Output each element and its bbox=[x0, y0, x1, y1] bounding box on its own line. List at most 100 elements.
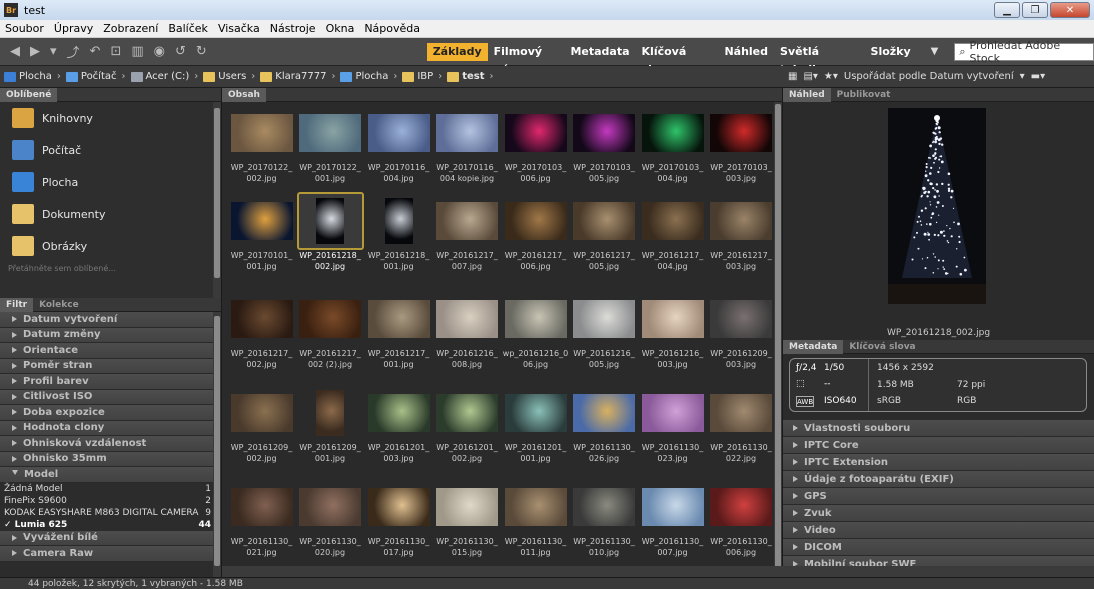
thumbnail-cell[interactable]: WP_20161218_ 001.jpg bbox=[365, 192, 432, 282]
filter-category[interactable]: Citlivost ISO bbox=[0, 389, 221, 405]
thumbnail-image[interactable] bbox=[230, 300, 293, 338]
tab-workspace-2[interactable]: Metadata bbox=[564, 43, 635, 61]
thumbnail-cell[interactable]: WP_20161130_ 011.jpg bbox=[502, 478, 569, 566]
breadcrumb-item[interactable]: Users bbox=[203, 71, 246, 82]
thumbnail-cell[interactable]: WP_20161201_ 003.jpg bbox=[365, 384, 432, 474]
thumbnail-image[interactable] bbox=[504, 202, 567, 240]
thumbnail-image[interactable] bbox=[641, 114, 704, 152]
thumbnail-image[interactable] bbox=[436, 300, 498, 338]
thumbnail-cell[interactable]: WP_20161216_ 008.jpg bbox=[434, 290, 501, 380]
thumbnail-cell[interactable]: WP_20161130_ 017.jpg bbox=[365, 478, 432, 566]
filter-category[interactable]: Profil barev bbox=[0, 374, 221, 390]
thumbnail-cell[interactable]: WP_20161130_ 006.jpg bbox=[708, 478, 775, 566]
reveal-recent-icon[interactable]: ↶ bbox=[90, 44, 101, 59]
star-filter-icon[interactable]: ★▾ bbox=[824, 71, 838, 82]
thumbnail-cell[interactable]: wp_20161216_0 06.jpg bbox=[502, 290, 569, 380]
thumbnail-image[interactable] bbox=[710, 488, 772, 526]
thumbnail-image[interactable] bbox=[367, 114, 430, 152]
breadcrumb-item[interactable]: Plocha bbox=[4, 71, 52, 82]
thumbnail-image[interactable] bbox=[710, 202, 772, 240]
filter-category[interactable]: Orientace bbox=[0, 343, 221, 359]
menu-item-3[interactable]: Balíček bbox=[163, 22, 213, 35]
filter-category[interactable]: Hodnota clony bbox=[0, 420, 221, 436]
thumbnail-image[interactable] bbox=[641, 300, 704, 338]
minimize-button[interactable]: ▁ bbox=[994, 2, 1020, 18]
menu-item-2[interactable]: Zobrazení bbox=[98, 22, 163, 35]
thumbnail-cell[interactable]: WP_20161130_ 023.jpg bbox=[639, 384, 706, 474]
filter-category[interactable]: Ohnisková vzdálenost bbox=[0, 436, 221, 452]
filter-category-model[interactable]: Model bbox=[0, 467, 221, 483]
open-in-camera-raw-icon[interactable]: ◉ bbox=[154, 44, 165, 59]
thumbnail-quality-icon[interactable]: ▦ bbox=[788, 71, 797, 82]
thumbnail-cell[interactable]: WP_20170122_ 001.jpg bbox=[297, 104, 364, 194]
thumbnail-cell[interactable]: WP_20161130_ 007.jpg bbox=[639, 478, 706, 566]
favorite-item[interactable]: Knihovny bbox=[0, 102, 221, 134]
thumbnail-image[interactable] bbox=[367, 300, 430, 338]
thumbnail-cell[interactable]: WP_20161216_ 003.jpg bbox=[639, 290, 706, 380]
rotate-right-icon[interactable]: ↻ bbox=[196, 44, 207, 59]
thumbnail-cell[interactable]: WP_20170103_ 005.jpg bbox=[571, 104, 638, 194]
stock-search-input[interactable]: ⌕ Prohledat Adobe Stock bbox=[954, 39, 1094, 65]
filter-category[interactable]: Poměr stran bbox=[0, 358, 221, 374]
favorite-item[interactable]: Dokumenty bbox=[0, 198, 221, 230]
thumbnail-image[interactable] bbox=[384, 198, 413, 244]
thumbnail-image[interactable] bbox=[367, 394, 430, 432]
thumbnail-image[interactable] bbox=[436, 394, 498, 432]
favorite-item[interactable]: Počítač bbox=[0, 134, 221, 166]
tab-content[interactable]: Obsah bbox=[222, 87, 266, 102]
chevron-down-icon[interactable]: ▾ bbox=[1020, 71, 1025, 82]
menu-item-5[interactable]: Nástroje bbox=[265, 22, 321, 35]
thumbnail-image[interactable] bbox=[573, 202, 635, 240]
thumbnail-image[interactable] bbox=[367, 488, 430, 526]
filter-option[interactable]: FinePix S9600 2 bbox=[0, 495, 221, 507]
thumbnail-image[interactable] bbox=[316, 198, 344, 244]
tab-workspace-1[interactable]: Filmový pás bbox=[488, 43, 565, 76]
thumbnail-image[interactable] bbox=[504, 488, 567, 526]
refine-icon[interactable]: ▥ bbox=[131, 44, 143, 59]
chevron-right-icon[interactable]: › bbox=[122, 71, 126, 82]
thumbnail-image[interactable] bbox=[573, 488, 635, 526]
thumbnail-cell[interactable]: WP_20161217_ 001.jpg bbox=[365, 290, 432, 380]
thumbnail-image[interactable] bbox=[230, 488, 293, 526]
metadata-section[interactable]: Video bbox=[783, 522, 1094, 539]
thumbnail-image[interactable] bbox=[299, 300, 361, 338]
thumbnail-image[interactable] bbox=[230, 202, 293, 240]
thumbnail-cell[interactable]: WP_20161216_ 005.jpg bbox=[571, 290, 638, 380]
metadata-section[interactable]: Údaje z fotoaparátu (EXIF) bbox=[783, 471, 1094, 488]
tab-keywords[interactable]: Klíčová slova bbox=[843, 340, 921, 354]
thumbnail-image[interactable] bbox=[504, 114, 567, 152]
chevron-right-icon[interactable]: › bbox=[57, 71, 61, 82]
metadata-section[interactable]: Zvuk bbox=[783, 505, 1094, 522]
filter-category[interactable]: Datum změny bbox=[0, 327, 221, 343]
thumbnail-cell[interactable]: WP_20161130_ 021.jpg bbox=[228, 478, 295, 566]
camera-icon[interactable]: ⊡ bbox=[110, 44, 121, 59]
thumbnail-image[interactable] bbox=[436, 488, 498, 526]
thumbnail-image[interactable] bbox=[436, 202, 498, 240]
filter-category[interactable]: Datum vytvoření bbox=[0, 312, 221, 328]
thumbnail-image[interactable] bbox=[230, 394, 293, 432]
tab-workspace-4[interactable]: Náhled bbox=[718, 43, 774, 61]
thumbnail-image[interactable] bbox=[504, 300, 567, 338]
filter-category[interactable]: Vyvážení bílé bbox=[0, 530, 221, 546]
thumbnail-cell[interactable]: WP_20161217_ 006.jpg bbox=[502, 192, 569, 282]
chevron-right-icon[interactable]: › bbox=[393, 71, 397, 82]
thumbnail-cell[interactable]: WP_20161218_ 002.jpg bbox=[296, 192, 364, 282]
thumbnail-image[interactable] bbox=[299, 488, 361, 526]
thumbnail-cell[interactable]: WP_20161217_ 002 (2).jpg bbox=[297, 290, 364, 380]
breadcrumb-item[interactable]: Plocha bbox=[340, 71, 388, 82]
thumbnail-image[interactable] bbox=[316, 390, 344, 436]
thumbnail-cell[interactable]: WP_20170116_ 004.jpg bbox=[365, 104, 432, 194]
favorite-item[interactable]: Plocha bbox=[0, 166, 221, 198]
thumbnail-image[interactable] bbox=[573, 300, 635, 338]
thumbnail-cell[interactable]: WP_20161130_ 015.jpg bbox=[434, 478, 501, 566]
menu-item-6[interactable]: Okna bbox=[321, 22, 360, 35]
chevron-right-icon[interactable]: › bbox=[194, 71, 198, 82]
thumbnail-cell[interactable]: WP_20161130_ 020.jpg bbox=[297, 478, 364, 566]
thumbnail-cell[interactable]: WP_20161209_ 003.jpg bbox=[708, 290, 775, 380]
thumbnail-image[interactable] bbox=[504, 394, 567, 432]
tab-workspace-3[interactable]: Klíčová slova bbox=[636, 43, 719, 76]
tab-filter[interactable]: Filtr bbox=[0, 297, 34, 312]
chevron-right-icon[interactable]: › bbox=[489, 71, 493, 82]
thumbnail-image[interactable] bbox=[573, 394, 635, 432]
thumbnail-cell[interactable]: WP_20161130_ 010.jpg bbox=[571, 478, 638, 566]
